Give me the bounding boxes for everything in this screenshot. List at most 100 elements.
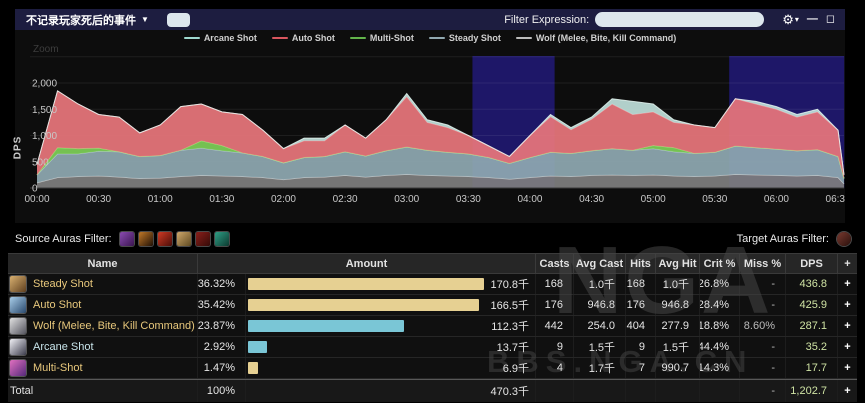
percent-cell: 36.32% [198,274,246,294]
target-aura-icon-1[interactable] [837,232,851,246]
dps-cell: 35.2 [786,337,838,357]
ability-name: Auto Shot [33,299,81,311]
table-total-row[interactable]: Total100%470.3千-1,202.7+ [8,379,857,403]
dps-area-chart[interactable]: 05001,0001,5002,00000:0000:3001:0001:300… [15,30,845,223]
aura-icon-6[interactable] [215,232,229,246]
expand-cell: + [838,380,857,402]
x-tick-label: 05:30 [702,194,727,205]
expand-row-button[interactable]: + [844,278,850,290]
expand-row-button[interactable]: + [844,320,850,332]
crit-cell: 18.8% [700,316,740,336]
amount-value: 13.7千 [491,339,529,355]
table-row[interactable]: Auto Shot35.42%166.5千176946.8176946.828.… [8,295,857,316]
amount-bar [248,320,404,332]
dps-cell: 1,202.7 [786,380,838,402]
amount-bar-cell: 13.7千 [246,337,536,357]
column-header-hits[interactable]: Hits [626,254,656,273]
miss-cell: - [740,358,786,378]
expand-row-button[interactable]: + [844,362,850,374]
x-tick-label: 00:30 [86,194,111,205]
x-tick-label: 06:30 [826,194,845,205]
filter-expression-input[interactable] [595,12,764,27]
avg-cast-cell [574,380,626,402]
quick-filter-box[interactable] [167,13,190,27]
column-header-avg-hit[interactable]: Avg Hit [656,254,700,273]
expand-row-button[interactable]: + [844,299,850,311]
legend-item-1[interactable]: Arcane Shot [184,33,257,43]
column-header-dps[interactable]: DPS [786,254,838,273]
gear-caret-icon[interactable]: ▾ [795,16,799,24]
legend-line-icon [350,37,366,39]
column-header-miss[interactable]: Miss % [740,254,786,273]
miss-cell: 8.60% [740,316,786,336]
legend-label: Arcane Shot [204,33,257,43]
crit-cell: 28.4% [700,295,740,315]
minimize-button[interactable]: — [807,14,818,25]
amount-bar [248,278,484,290]
events-filter-dropdown[interactable]: 不记录玩家死后的事件 ▼ [26,12,149,28]
source-aura-icons [120,232,229,246]
legend-label: Auto Shot [292,33,335,43]
aura-icon-2[interactable] [139,232,153,246]
gear-icon[interactable]: ⚙ [782,13,794,26]
column-header-avg-cast[interactable]: Avg Cast [574,254,626,273]
expand-cell: + [838,316,857,336]
table-row[interactable]: Steady Shot36.32%170.8千1681.0千1681.0千26.… [8,274,857,295]
column-header-crit[interactable]: Crit % [700,254,740,273]
legend-item-4[interactable]: Steady Shot [429,33,501,43]
ability-icon [10,297,26,313]
table-row[interactable]: Multi-Shot1.47%6.9千41.7千7990.714.3%-17.7… [8,358,857,379]
aura-icon-1[interactable] [120,232,134,246]
aura-icon-5[interactable] [196,232,210,246]
percent-cell: 35.42% [198,295,246,315]
legend-item-5[interactable]: Wolf (Melee, Bite, Kill Command) [516,33,676,43]
y-tick-label: 500 [32,157,49,168]
amount-bar-cell: 112.3千 [246,316,536,336]
amount-bar [248,299,479,311]
chart-legend: Arcane Shot Auto Shot Multi-Shot Steady Sho… [15,33,845,43]
legend-line-icon [516,37,532,39]
avg-hit-cell [656,380,700,402]
ability-name-cell: Multi-Shot [8,358,198,378]
amount-bar-cell: 6.9千 [246,358,536,378]
hits-cell: 9 [626,337,656,357]
legend-line-icon [184,37,200,39]
table-row[interactable]: Wolf (Melee, Bite, Kill Command)23.87%11… [8,316,857,337]
aura-icon-4[interactable] [177,232,191,246]
column-header-name[interactable]: Name [8,254,198,273]
amount-value: 470.3千 [484,383,529,399]
y-tick-label: 0 [32,184,38,195]
ability-icon [10,360,26,376]
maximize-button[interactable]: ◻ [826,14,835,25]
crit-cell [700,380,740,402]
avg-hit-cell: 1.5千 [656,337,700,357]
expand-cell: + [838,358,857,378]
table-row[interactable]: Arcane Shot2.92%13.7千91.5千91.5千44.4%-35.… [8,337,857,358]
ability-name: Multi-Shot [33,362,83,374]
ability-icon [10,276,26,292]
column-header-amount[interactable]: Amount [198,254,536,273]
legend-label: Wolf (Melee, Bite, Kill Command) [536,33,676,43]
target-auras-label: Target Auras Filter: [737,233,829,245]
dps-cell: 287.1 [786,316,838,336]
expand-cell: + [838,295,857,315]
dps-cell: 425.9 [786,295,838,315]
legend-label: Multi-Shot [370,33,414,43]
crit-cell: 26.8% [700,274,740,294]
expand-row-button[interactable]: + [844,385,850,397]
legend-label: Steady Shot [449,33,501,43]
ability-name: Steady Shot [33,278,93,290]
legend-item-3[interactable]: Multi-Shot [350,33,414,43]
column-header-[interactable]: + [838,254,857,273]
casts-cell [536,380,574,402]
target-aura-icons [837,232,851,246]
legend-line-icon [429,37,445,39]
legend-item-2[interactable]: Auto Shot [272,33,335,43]
legend-line-icon [272,37,288,39]
avg-hit-cell: 277.9 [656,316,700,336]
expand-cell: + [838,274,857,294]
ability-name: Total [10,385,33,397]
aura-icon-3[interactable] [158,232,172,246]
column-header-casts[interactable]: Casts [536,254,574,273]
expand-row-button[interactable]: + [844,341,850,353]
